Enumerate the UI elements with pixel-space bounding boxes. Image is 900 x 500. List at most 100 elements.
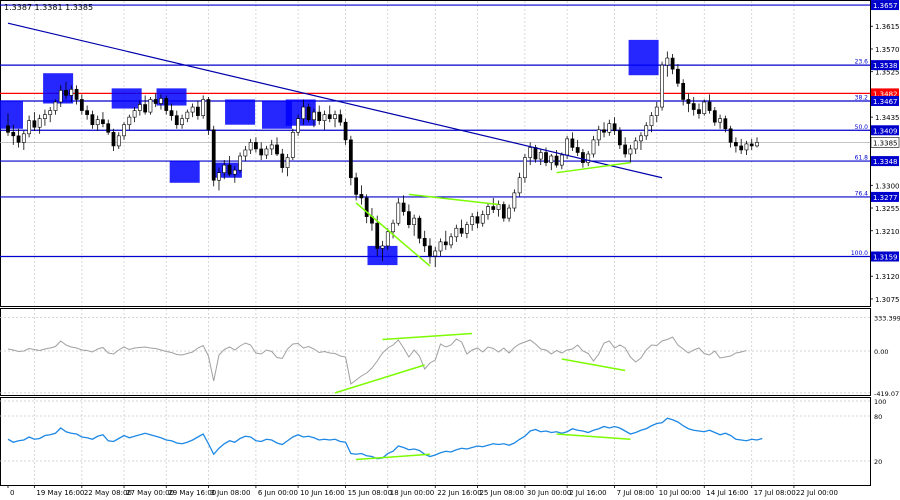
candle-body	[16, 135, 21, 143]
level-price-label: 1.3348	[873, 158, 898, 166]
candle-body	[501, 204, 506, 219]
price-tick-label: 1.3210	[875, 228, 900, 236]
candle-body	[79, 99, 84, 111]
candle-body	[354, 177, 359, 195]
candle-body	[755, 142, 759, 147]
time-tick-label: 15 Jun 08:00	[348, 489, 392, 497]
time-tick-label: 25 Jun 08:00	[479, 489, 523, 497]
candle-body	[712, 110, 717, 123]
price-tick-label: 1.3615	[875, 23, 900, 31]
candle-body	[264, 148, 269, 156]
time-tick-label: 22 May 08:00	[84, 489, 132, 497]
candle-body	[201, 99, 206, 116]
cci-level-label: -419.071	[874, 390, 900, 398]
highlight-box	[169, 161, 200, 183]
current-price-label: 1.3385	[873, 139, 898, 147]
candle-body	[280, 153, 285, 168]
candle-body	[459, 227, 464, 234]
candle-body	[702, 101, 707, 114]
candle-body	[549, 155, 554, 163]
candle-body	[153, 99, 158, 104]
candle-body	[333, 114, 337, 119]
candle-body	[343, 121, 348, 141]
candle-body	[665, 57, 670, 66]
time-tick-label: 17 Jul 08:00	[754, 489, 796, 497]
candle-body	[443, 241, 448, 246]
candle-body	[74, 89, 79, 100]
candle-body	[675, 68, 680, 84]
candle-body	[164, 98, 169, 111]
candle-body	[232, 169, 237, 175]
candle-body	[296, 118, 300, 133]
time-axis: 0 19 May 16:00 22 May 08:0027 May 00:0029 …	[7, 485, 838, 497]
candle-body	[591, 139, 596, 155]
candle-body	[148, 99, 153, 113]
candle-body	[749, 143, 754, 147]
cci-level-label: 333.3997	[874, 315, 900, 323]
candle-body	[116, 135, 121, 147]
level-price-label: 1.3159	[873, 254, 898, 262]
forex-chart: 1.30751.31201.31651.32101.32551.33001.33…	[0, 0, 900, 497]
candle-body	[654, 106, 659, 116]
candle-body	[728, 128, 733, 143]
price-tick-label: 1.3435	[875, 114, 900, 122]
candle-body	[507, 207, 511, 219]
candle-body	[185, 111, 190, 119]
candle-body	[401, 202, 406, 212]
candle-body	[559, 154, 564, 166]
candle-body	[391, 222, 395, 233]
time-tick-label: 30 Jun 00:00	[527, 489, 571, 497]
candle-body	[739, 145, 744, 151]
highlight-box	[0, 100, 23, 129]
candle-body	[95, 119, 100, 126]
time-tick-label: 19 May 16:00	[36, 489, 84, 497]
candle-body	[691, 103, 696, 110]
candle-body	[475, 216, 480, 224]
price-tick-label: 1.3120	[875, 273, 900, 281]
candle-body	[570, 138, 575, 148]
candle-body	[53, 101, 58, 111]
candle-body	[101, 119, 105, 125]
candle-body	[639, 135, 643, 142]
candle-body	[301, 106, 306, 119]
candle-body	[106, 123, 111, 133]
candle-body	[628, 148, 633, 155]
candle-body	[449, 236, 453, 246]
highlight-box	[43, 73, 74, 104]
candle-body	[137, 104, 142, 111]
candle-body	[285, 157, 290, 168]
candle-body	[37, 118, 42, 128]
time-tick-label: 7 Jul 08:00	[617, 489, 655, 497]
candle-body	[312, 111, 316, 120]
candle-body	[496, 204, 501, 210]
price-tick-label: 1.3255	[875, 205, 900, 213]
candle-body	[122, 124, 126, 137]
candle-body	[338, 114, 343, 123]
candle-body	[644, 125, 649, 137]
candle-body	[43, 114, 47, 119]
time-tick-label: 3 Jun 08:00	[210, 489, 250, 497]
candle-body	[111, 131, 116, 147]
level-price-label: 1.3409	[873, 127, 898, 135]
candle-body	[58, 90, 63, 103]
time-tick-label: 22 Jun 16:00	[437, 489, 481, 497]
candle-body	[238, 155, 242, 171]
candle-body	[396, 202, 401, 224]
candle-body	[454, 227, 459, 238]
time-tick-label: 22 Jul 00:00	[796, 489, 838, 497]
candle-body	[480, 214, 485, 224]
time-tick-label: 6 Jun 00:00	[258, 489, 298, 497]
time-tick-label: 10 Jun 16:00	[300, 489, 344, 497]
time-tick-label: 29 May 16:00	[168, 489, 216, 497]
candle-body	[617, 130, 622, 146]
level-price-label: 1.3467	[873, 98, 898, 106]
candle-body	[681, 83, 686, 100]
highlight-box	[211, 162, 242, 178]
candle-body	[290, 131, 295, 158]
ohlc-header: 1.3387 1.3381 1.3385	[4, 3, 93, 12]
candle-body	[438, 241, 443, 252]
candle-body	[11, 131, 16, 137]
candle-body	[660, 64, 664, 108]
candle-body	[623, 144, 628, 155]
candle-body	[348, 139, 353, 179]
